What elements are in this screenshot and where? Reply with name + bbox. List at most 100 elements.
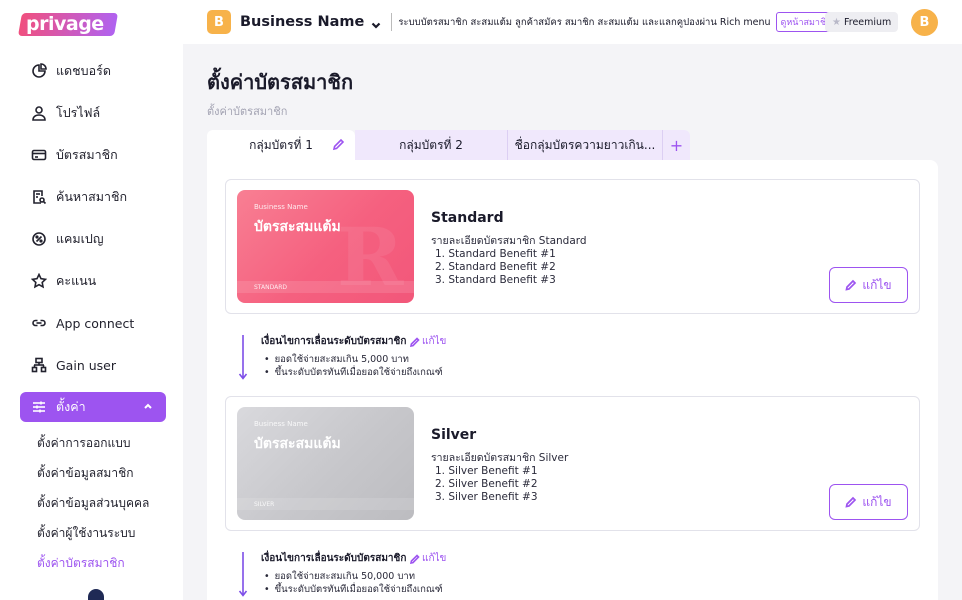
sidebar-item-app-connect[interactable]: App connect	[20, 302, 166, 344]
plan-label: Freemium	[843, 16, 892, 28]
sidebar-item-label: App connect	[56, 315, 135, 331]
pencil-icon	[845, 279, 857, 291]
membership-card-preview: Business Name บัตรสะสมแต้ม SILVER	[237, 407, 414, 520]
tier-card-silver: Business Name บัตรสะสมแต้ม SILVER Silver…	[225, 396, 920, 531]
sidebar-item-search-member[interactable]: ค้นหาสมาชิก	[20, 176, 166, 218]
sidebar-footer-mascot-icon	[88, 589, 104, 600]
sidebar-item-label: บัตรสมาชิก	[56, 147, 118, 162]
upgrade-condition: เงื่อนไขการเลื่อนระดับบัตรสมาชิก แก้ไข ย…	[235, 331, 635, 381]
condition-title: เงื่อนไขการเลื่อนระดับบัตรสมาชิก	[261, 553, 407, 564]
sidebar-item-label: โปรไฟล์	[56, 105, 101, 120]
plan-badge[interactable]: ★ Freemium	[825, 12, 899, 32]
star-icon	[31, 273, 47, 289]
edit-tier-button[interactable]: แก้ไข	[829, 484, 908, 520]
tab-card-group-2[interactable]: กลุ่มบัตรที่ 2	[355, 130, 507, 160]
chevron-down-icon[interactable]	[370, 16, 382, 29]
pencil-icon	[410, 553, 420, 564]
org-chart-icon	[31, 357, 47, 373]
tier-description: รายละเอียดบัตรสมาชิก Standard 1. Standar…	[431, 235, 587, 287]
edit-condition-link[interactable]: แก้ไข	[410, 551, 446, 566]
business-description: ระบบบัตรสมาชิก สะสมแต้ม ลูกค้าสมัคร สมาช…	[398, 16, 771, 28]
business-name[interactable]: Business Name	[240, 14, 364, 30]
card-business-name: Business Name	[254, 420, 308, 428]
app-logo[interactable]: privage	[17, 11, 118, 37]
sidebar-item-dashboard[interactable]: แดชบอร์ด	[20, 50, 166, 92]
link-icon	[31, 315, 47, 331]
edit-label: แก้ไข	[422, 336, 447, 347]
tier-benefit: 2. Silver Benefit #2	[435, 478, 538, 490]
upgrade-condition: เงื่อนไขการเลื่อนระดับบัตรสมาชิก แก้ไข ย…	[235, 548, 635, 598]
add-tab-button[interactable]: +	[662, 130, 690, 160]
edit-label: แก้ไข	[862, 277, 892, 292]
user-icon	[31, 105, 47, 121]
submenu-member-data-settings[interactable]: ตั้งค่าข้อมูลสมาชิก	[37, 458, 166, 488]
sidebar-item-points[interactable]: คะแนน	[20, 260, 166, 302]
tab-card-group-1[interactable]: กลุ่มบัตรที่ 1	[207, 130, 355, 160]
card-icon	[31, 147, 47, 163]
card-group-tabs: กลุ่มบัตรที่ 1 กลุ่มบัตรที่ 2 ชื่อกลุ่มบ…	[207, 130, 690, 160]
badge-icon	[31, 231, 47, 247]
card-business-name: Business Name	[254, 203, 308, 211]
tier-benefit: 2. Standard Benefit #2	[435, 261, 556, 273]
sliders-icon	[31, 399, 47, 415]
sidebar-item-label: ตั้งค่า	[56, 399, 86, 414]
card-title: บัตรสะสมแต้ม	[254, 219, 341, 235]
sidebar-item-label: แดชบอร์ด	[56, 63, 111, 78]
tab-card-group-3[interactable]: ชื่อกลุ่มบัตรความยาวเกิน...	[507, 130, 662, 160]
pencil-icon	[845, 496, 857, 508]
pie-chart-icon	[31, 63, 47, 79]
edit-tier-button[interactable]: แก้ไข	[829, 267, 908, 303]
pencil-icon[interactable]	[332, 138, 345, 151]
logo-text: privage	[26, 12, 104, 35]
submenu-system-user-settings[interactable]: ตั้งค่าผู้ใช้งานระบบ	[37, 518, 166, 548]
sidebar-item-profile[interactable]: โปรไฟล์	[20, 92, 166, 134]
tier-benefit: 3. Standard Benefit #3	[435, 274, 556, 286]
page-title: ตั้งค่าบัตรสมาชิก	[207, 70, 354, 94]
edit-condition-link[interactable]: แก้ไข	[410, 334, 446, 349]
card-title: บัตรสะสมแต้ม	[254, 436, 341, 452]
tier-name: Standard	[431, 210, 504, 226]
pencil-icon	[410, 336, 420, 347]
user-avatar[interactable]: B	[911, 9, 938, 36]
tier-benefit: 3. Silver Benefit #3	[435, 491, 538, 503]
star-icon: ★	[832, 16, 841, 28]
condition-line: ขึ้นระดับบัตรทันทีเมื่อยอดใช้จ่ายถึงเกณฑ…	[264, 582, 443, 597]
tier-name: Silver	[431, 427, 477, 443]
sidebar-nav: แดชบอร์ด โปรไฟล์ บัตรสมาชิก ค้นหาสมาชิก …	[20, 50, 166, 578]
arrow-down-icon	[238, 551, 248, 597]
edit-label: แก้ไข	[862, 494, 892, 509]
submenu-personal-data-settings[interactable]: ตั้งค่าข้อมูลส่วนบุคคล	[37, 488, 166, 518]
sidebar-item-campaign[interactable]: แคมเปญ	[20, 218, 166, 260]
sidebar-item-membership-card[interactable]: บัตรสมาชิก	[20, 134, 166, 176]
tier-card-standard: R Business Name บัตรสะสมแต้ม STANDARD St…	[225, 179, 920, 314]
business-avatar[interactable]: B	[207, 10, 231, 34]
membership-card-preview: R Business Name บัตรสะสมแต้ม STANDARD	[237, 190, 414, 303]
submenu-design-settings[interactable]: ตั้งค่าการออกแบบ	[37, 428, 166, 458]
tier-benefit: 1. Silver Benefit #1	[435, 465, 538, 477]
card-tier-label: SILVER	[254, 501, 275, 508]
condition-line: ขึ้นระดับบัตรทันทีเมื่อยอดใช้จ่ายถึงเกณฑ…	[264, 365, 443, 380]
tier-description-title: รายละเอียดบัตรสมาชิก Standard	[431, 235, 587, 247]
edit-label: แก้ไข	[422, 553, 447, 564]
chevron-up-icon[interactable]	[142, 400, 154, 412]
topbar: B Business Name ระบบบัตรสมาชิก สะสมแต้ม …	[183, 0, 962, 44]
tier-description: รายละเอียดบัตรสมาชิก Silver 1. Silver Be…	[431, 452, 568, 504]
condition-title: เงื่อนไขการเลื่อนระดับบัตรสมาชิก	[261, 336, 407, 347]
sidebar-item-label: ค้นหาสมาชิก	[56, 189, 128, 204]
sidebar-item-gain-user[interactable]: Gain user	[20, 344, 166, 386]
sidebar-item-settings[interactable]: ตั้งค่า	[20, 392, 166, 422]
sidebar-item-label: แคมเปญ	[56, 231, 104, 246]
sidebar-item-label: คะแนน	[56, 273, 97, 288]
search-doc-icon	[31, 189, 47, 205]
sidebar-item-label: Gain user	[56, 357, 116, 373]
submenu-membership-card-settings[interactable]: ตั้งค่าบัตรสมาชิก	[37, 548, 166, 578]
tab-label: กลุ่มบัตรที่ 1	[249, 137, 313, 152]
sidebar: privage แดชบอร์ด โปรไฟล์ บัตรสมาชิก ค้นห…	[0, 0, 183, 600]
settings-submenu: ตั้งค่าการออกแบบ ตั้งค่าข้อมูลสมาชิก ตั้…	[20, 428, 166, 578]
card-tier-label: STANDARD	[254, 284, 288, 291]
arrow-down-icon	[238, 334, 248, 380]
tier-benefit: 1. Standard Benefit #1	[435, 248, 556, 260]
divider	[391, 13, 393, 31]
tier-description-title: รายละเอียดบัตรสมาชิก Silver	[431, 452, 569, 464]
breadcrumb[interactable]: ตั้งค่าบัตรสมาชิก	[207, 102, 287, 120]
